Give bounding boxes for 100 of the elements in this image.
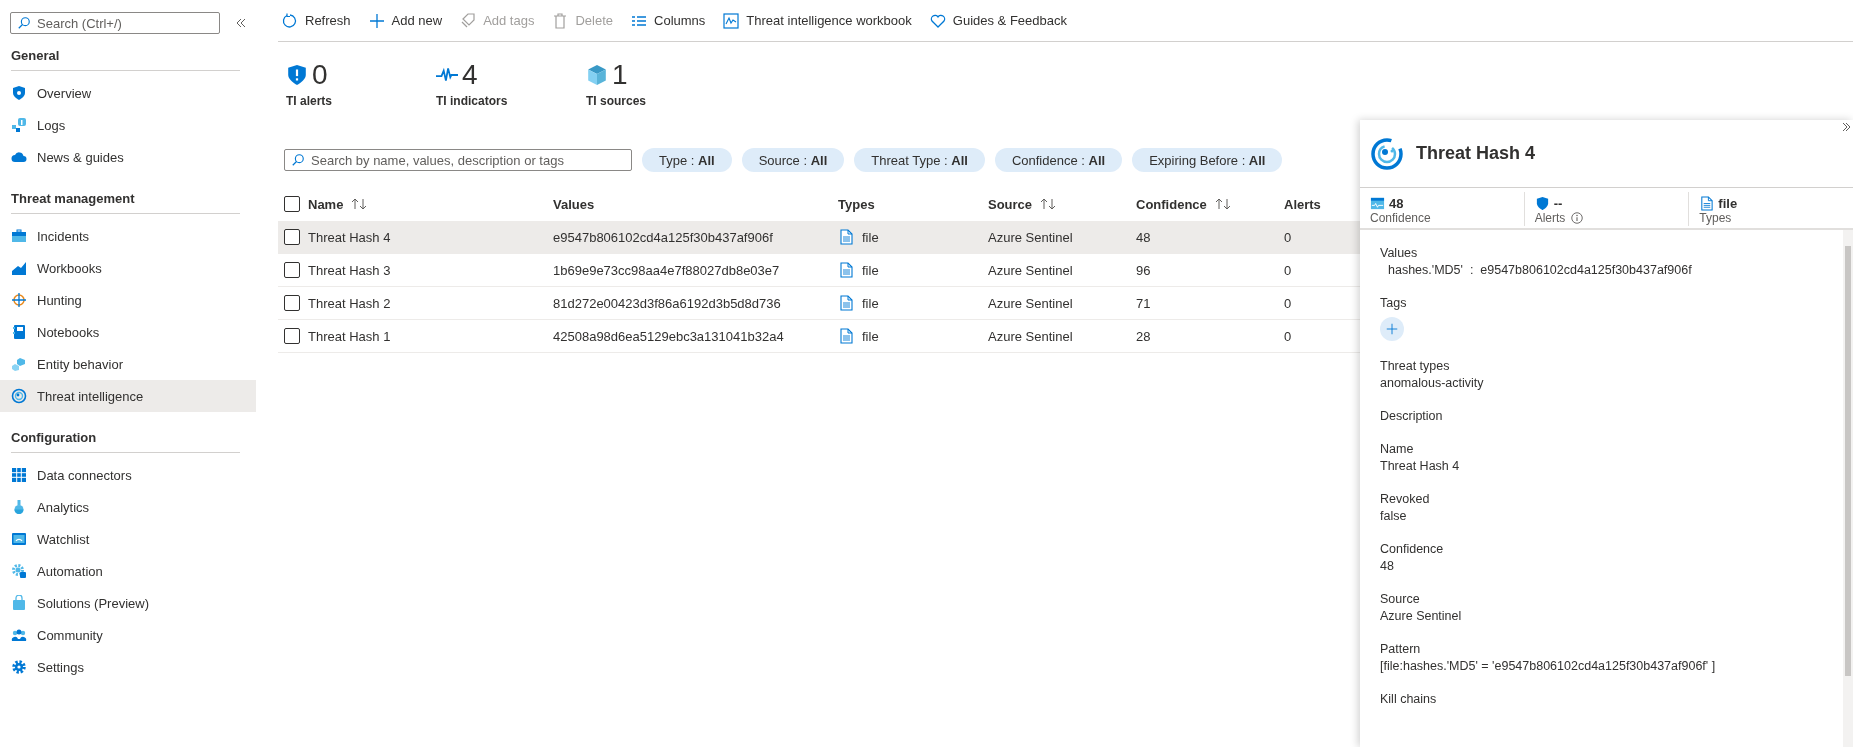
filter-pill[interactable]: Confidence : All [994, 148, 1123, 172]
field-label: Revoked [1380, 492, 1431, 507]
toolbar-button[interactable]: Threat intelligence workbook [723, 12, 912, 29]
sort-icon[interactable] [1214, 198, 1231, 210]
search-icon [291, 153, 305, 167]
screen-icon [11, 531, 27, 547]
field-label: Description [1380, 409, 1444, 424]
nav-item[interactable]: Analytics [0, 491, 256, 523]
nav-item[interactable]: Solutions (Preview) [0, 587, 256, 619]
table-cell-text: Threat Hash 4 [308, 229, 392, 245]
table-cell-text: Azure Sentinel [988, 295, 1074, 311]
collapse-icon[interactable] [234, 17, 246, 29]
search-field[interactable]: Search by name, values, description or tags [284, 149, 632, 171]
nav-item[interactable]: News & guides [0, 141, 256, 173]
nav-item[interactable]: Overview [0, 77, 256, 109]
stat-label: Alerts [1534, 211, 1566, 225]
checkbox[interactable] [284, 328, 300, 344]
notebook-icon [11, 324, 27, 340]
toolbar-button[interactable]: Add new [368, 12, 443, 29]
stat-label: TI sources [586, 94, 648, 108]
column-header: Confidence [1136, 196, 1207, 212]
nav-item[interactable]: Workbooks [0, 252, 256, 284]
section-heading: General [11, 48, 240, 71]
checkbox[interactable] [284, 229, 300, 245]
checkbox[interactable] [284, 262, 300, 278]
nav-item[interactable]: Watchlist [0, 523, 256, 555]
stat-value: 48 [1389, 196, 1404, 211]
table-cell-text: 0 [1284, 295, 1293, 311]
table-cell-text: Threat Hash 1 [308, 328, 392, 344]
nav-item[interactable]: Threat intelligence [0, 380, 256, 412]
sort-icon[interactable] [351, 198, 368, 210]
field-value: hashes.'MD5' : e9547b806102cd4a125f30b437af906f [1387, 263, 1693, 278]
scrollbar[interactable] [1843, 230, 1853, 747]
search-field[interactable]: Search (Ctrl+/) [10, 12, 220, 34]
table-cell-text: 96 [1136, 262, 1152, 278]
field-value: anomalous-activity [1380, 376, 1485, 391]
nav-item[interactable]: Notebooks [0, 316, 256, 348]
field-label: Threat types [1380, 359, 1451, 374]
table-cell: file [862, 328, 879, 344]
column-header: Types [838, 196, 875, 212]
table-cell: file [862, 229, 879, 245]
checkbox[interactable] [284, 295, 300, 311]
sort-icon[interactable] [1040, 198, 1057, 210]
field-value: 48 [1380, 559, 1395, 574]
nav-item[interactable]: Settings [0, 651, 256, 683]
column-header: Alerts [1284, 196, 1321, 212]
heart-icon [929, 12, 946, 29]
field-value: false [1380, 509, 1408, 524]
field-value: Threat Hash 4 [1380, 459, 1461, 474]
field-value: [file:hashes.'MD5' = 'e9547b806102cd4a125f30b437af906f' ] [1380, 659, 1717, 674]
monitor-icon [1370, 196, 1385, 211]
people-icon [11, 627, 27, 643]
table-row[interactable]: Threat Hash 4 e9547b806102cd4a125f30b437af906f file Azure Sentinel 48 0 [278, 221, 1360, 254]
field-label: Pattern [1380, 642, 1422, 657]
plus-icon [368, 12, 385, 29]
search-input[interactable]: Search (Ctrl+/) [37, 15, 213, 31]
toolbar-button[interactable]: Refresh [282, 12, 351, 29]
table-row[interactable]: Threat Hash 3 1b69e9e73cc98aa4e7f88027db8e03e7 file Azure Sentinel 96 0 [278, 254, 1360, 287]
table-cell-text: 0 [1284, 262, 1293, 278]
plus-icon [1386, 323, 1398, 335]
nav-item[interactable]: Automation [0, 555, 256, 587]
search-input[interactable]: Search by name, values, description or tags [311, 152, 625, 168]
filter-pill[interactable]: Type : All [642, 148, 732, 172]
table-cell-text: Threat Hash 2 [308, 295, 392, 311]
gear-icon [11, 659, 27, 675]
nav-item[interactable]: Community [0, 619, 256, 651]
document-icon [838, 262, 854, 278]
stat-label: TI alerts [286, 94, 334, 108]
filter-pill[interactable]: Threat Type : All [854, 148, 985, 172]
table-cell-text: 42508a98d6ea5129ebc3a131041b32a4 [553, 328, 785, 344]
trash-icon [552, 12, 569, 29]
nav-item[interactable]: Hunting [0, 284, 256, 316]
field-label: Name [1380, 442, 1415, 457]
table-cell-text: Azure Sentinel [988, 229, 1074, 245]
table-cell-text: e9547b806102cd4a125f30b437af906f [553, 229, 774, 245]
table-cell-text: 71 [1136, 295, 1152, 311]
field-label: Tags [1380, 296, 1408, 311]
stat-value: file [1718, 196, 1738, 211]
filter-pill[interactable]: Expiring Before : All [1132, 148, 1283, 172]
table-cell-text: 81d272e00423d3f86a6192d3b5d8d736 [553, 295, 782, 311]
nav-item[interactable]: Entity behavior [0, 348, 256, 380]
toolbar-button[interactable]: Columns [631, 12, 706, 29]
field-value: Azure Sentinel [1380, 609, 1463, 624]
checkbox[interactable] [284, 196, 300, 212]
field-label: Confidence [1380, 542, 1445, 557]
table-cell: file [862, 295, 879, 311]
cube-icon [586, 64, 608, 86]
table-cell-text: 28 [1136, 328, 1152, 344]
toolbar-button[interactable]: Guides & Feedback [929, 12, 1067, 29]
table-row[interactable]: Threat Hash 2 81d272e00423d3f86a6192d3b5d8d736 file Azure Sentinel 71 0 [278, 287, 1360, 320]
expand-icon[interactable] [1841, 122, 1851, 132]
table-cell-text: 1b69e9e73cc98aa4e7f88027db8e03e7 [553, 262, 781, 278]
table-cell-text: 0 [1284, 229, 1293, 245]
nav-item[interactable]: Data connectors [0, 459, 256, 491]
section-heading: Configuration [11, 430, 240, 453]
field-label: Kill chains [1380, 692, 1438, 707]
nav-item[interactable]: Incidents [0, 220, 256, 252]
table-row[interactable]: Threat Hash 1 42508a98d6ea5129ebc3a131041b32a4 file Azure Sentinel 28 0 [278, 320, 1360, 353]
filter-pill[interactable]: Source : All [741, 148, 845, 172]
nav-item[interactable]: Logs [0, 109, 256, 141]
